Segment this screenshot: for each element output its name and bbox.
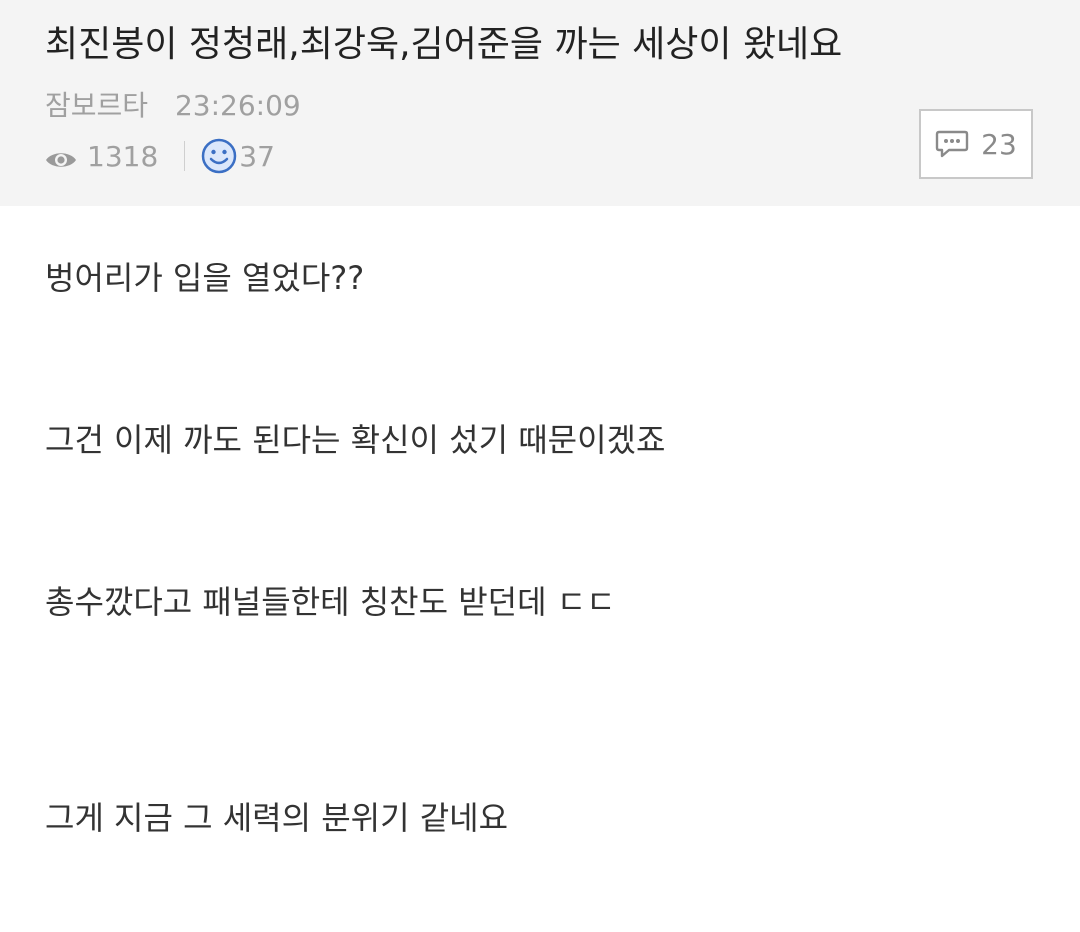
- post-header: 최진봉이 정청래,최강욱,김어준을 까는 세상이 왔네요 잠보르타 23:26:…: [0, 0, 1080, 206]
- post-title: 최진봉이 정청래,최강욱,김어준을 까는 세상이 왔네요: [45, 24, 843, 65]
- eye-icon: [45, 145, 77, 167]
- comment-count: 23: [981, 127, 1017, 161]
- content-line: 벙어리가 입을 열었다??: [45, 259, 365, 297]
- like-count: 37: [239, 139, 275, 173]
- post-stats: 1318 37: [45, 136, 275, 176]
- view-count: 1318: [87, 139, 159, 173]
- speech-bubble-icon: [935, 129, 969, 159]
- content-line: 총수깠다고 패널들한테 칭찬도 받던데 ㄷㄷ: [45, 583, 616, 621]
- post-time: 23:26:09: [174, 89, 301, 122]
- comments-button[interactable]: 23: [919, 109, 1033, 179]
- post-meta: 잠보르타 23:26:09: [45, 86, 301, 126]
- content-line: 그게 지금 그 세력의 분위기 같네요: [45, 799, 509, 837]
- author-name[interactable]: 잠보르타: [45, 89, 148, 122]
- content-line: 그건 이제 까도 된다는 확신이 섰기 때문이겠죠: [45, 421, 666, 459]
- smiley-icon[interactable]: [201, 138, 237, 174]
- stats-divider: [184, 141, 186, 171]
